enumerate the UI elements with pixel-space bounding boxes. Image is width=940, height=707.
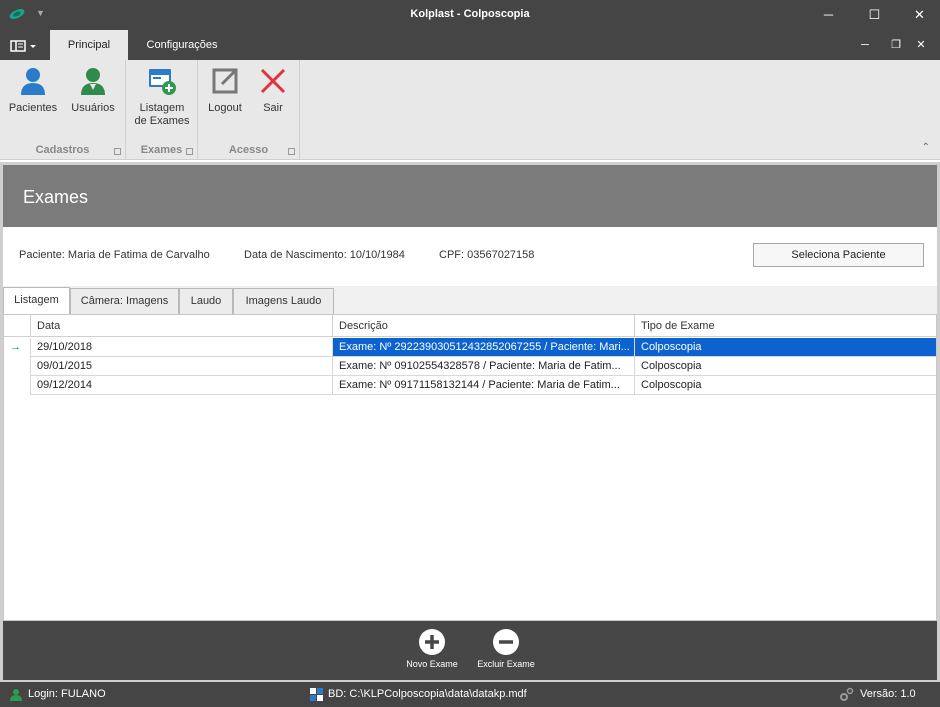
sair-label: Sair <box>263 102 283 114</box>
ribbon-tab-bar: Principal Configurações ─ ❐ ✕ <box>0 30 940 60</box>
cell-descricao[interactable]: Exame: Nº 09171158132144 / Paciente: Mar… <box>332 376 634 395</box>
ribbon-group-acesso: Logout Sair Acesso <box>198 60 300 160</box>
logout-button[interactable]: Logout <box>200 66 250 114</box>
content-frame: Exames Paciente: Maria de Fatima de Carv… <box>0 162 940 682</box>
content-panel: Exames Paciente: Maria de Fatima de Carv… <box>3 165 937 680</box>
tab-imagens-laudo[interactable]: Imagens Laudo <box>233 288 334 314</box>
table-row[interactable]: 09/12/2014 Exame: Nº 09171158132144 / Pa… <box>4 376 936 395</box>
dialog-launcher-icon[interactable] <box>114 148 121 155</box>
tab-principal[interactable]: Principal <box>50 30 128 60</box>
cell-tipo[interactable]: Colposcopia <box>634 357 936 376</box>
title-bar: ▼ Kolplast - Colposcopia ─ ☐ ✕ <box>0 0 940 30</box>
patient-cpf: CPF: 03567027158 <box>439 249 535 261</box>
pacientes-button[interactable]: Pacientes <box>4 66 62 114</box>
column-header-data[interactable]: Data <box>30 315 332 337</box>
excluir-exame-button[interactable]: Excluir Exame <box>471 629 541 669</box>
mdi-close-button[interactable]: ✕ <box>913 38 929 52</box>
remove-icon <box>493 629 519 655</box>
tab-laudo[interactable]: Laudo <box>179 288 233 314</box>
ribbon: Pacientes Usuários Cadastros Listagem de… <box>0 60 940 160</box>
logout-icon <box>212 68 238 94</box>
database-icon <box>310 688 323 701</box>
dialog-launcher-icon[interactable] <box>186 148 193 155</box>
exam-list-icon <box>149 69 176 95</box>
table-row[interactable]: → 29/10/2018 Exame: Nº 29223903051243285… <box>4 338 936 357</box>
row-indicator-icon: → <box>10 341 21 353</box>
select-patient-button[interactable]: Seleciona Paciente <box>753 243 924 267</box>
ribbon-group-cadastros: Pacientes Usuários Cadastros <box>0 60 126 160</box>
cell-tipo[interactable]: Colposcopia <box>634 338 936 357</box>
excluir-exame-label: Excluir Exame <box>477 659 535 669</box>
maximize-button[interactable]: ☐ <box>852 0 897 30</box>
cell-tipo[interactable]: Colposcopia <box>634 376 936 395</box>
usuarios-label: Usuários <box>71 102 115 114</box>
content-tab-strip: Listagem Câmera: Imagens Laudo Imagens L… <box>3 286 937 314</box>
group-caption-acesso: Acesso <box>228 144 269 156</box>
add-icon <box>419 629 445 655</box>
column-header-tipo[interactable]: Tipo de Exame <box>634 315 936 337</box>
app-menu-icon[interactable] <box>8 39 40 53</box>
minimize-button[interactable]: ─ <box>806 0 851 30</box>
exit-icon <box>260 68 286 94</box>
grid-footer-toolbar: Novo Exame Excluir Exame <box>3 621 937 680</box>
version-status: Versão: 1.0 <box>860 688 916 700</box>
group-caption-cadastros: Cadastros <box>35 144 90 156</box>
dialog-launcher-icon[interactable] <box>288 148 295 155</box>
tab-camera-imagens[interactable]: Câmera: Imagens <box>70 288 179 314</box>
column-header-descricao[interactable]: Descrição <box>332 315 634 337</box>
patient-icon <box>21 68 45 95</box>
database-path: BD: C:\KLPColposcopia\data\datakp.mdf <box>328 688 527 700</box>
user-icon <box>81 68 105 95</box>
mdi-minimize-button[interactable]: ─ <box>857 38 873 52</box>
cell-data[interactable]: 29/10/2018 <box>30 338 332 357</box>
listagem-label-line2: de Exames <box>134 115 190 127</box>
ribbon-collapse-icon[interactable]: ⌃ <box>922 142 930 153</box>
exams-grid[interactable]: Data Descrição Tipo de Exame → 29/10/201… <box>3 314 937 621</box>
usuarios-button[interactable]: Usuários <box>64 66 122 114</box>
window-title: Kolplast - Colposcopia <box>410 8 530 20</box>
cell-descricao[interactable]: Exame: Nº 09102554328578 / Paciente: Mar… <box>332 357 634 376</box>
settings-gear-icon <box>840 687 854 701</box>
listagem-label-line1: Listagem <box>139 102 185 114</box>
cell-data[interactable]: 09/12/2014 <box>30 376 332 395</box>
grid-header: Data Descrição Tipo de Exame <box>4 315 936 337</box>
cell-data[interactable]: 09/01/2015 <box>30 357 332 376</box>
patient-name: Paciente: Maria de Fatima de Carvalho <box>19 249 210 261</box>
login-status: Login: FULANO <box>28 688 106 700</box>
novo-exame-label: Novo Exame <box>406 659 458 669</box>
ribbon-group-exames: Listagem de Exames Exames <box>126 60 198 160</box>
listagem-exames-button[interactable]: Listagem de Exames <box>132 66 192 128</box>
novo-exame-button[interactable]: Novo Exame <box>399 629 465 669</box>
patient-birthdate: Data de Nascimento: 10/10/1984 <box>244 249 405 261</box>
panel-title: Exames <box>23 187 89 207</box>
logout-label: Logout <box>208 102 242 114</box>
table-row[interactable]: 09/01/2015 Exame: Nº 09102554328578 / Pa… <box>4 357 936 376</box>
user-status-icon <box>10 689 22 701</box>
close-button[interactable]: ✕ <box>897 0 940 30</box>
mdi-restore-button[interactable]: ❐ <box>888 38 904 52</box>
sair-button[interactable]: Sair <box>250 66 296 114</box>
status-bar: Login: FULANO BD: C:\KLPColposcopia\data… <box>0 682 940 707</box>
panel-header: Exames <box>3 165 937 227</box>
tab-listagem[interactable]: Listagem <box>3 287 70 314</box>
cell-descricao[interactable]: Exame: Nº 29223903051243285206725​5 / Pa… <box>332 338 634 357</box>
pacientes-label: Pacientes <box>8 102 58 114</box>
tab-configuracoes[interactable]: Configurações <box>136 30 228 60</box>
